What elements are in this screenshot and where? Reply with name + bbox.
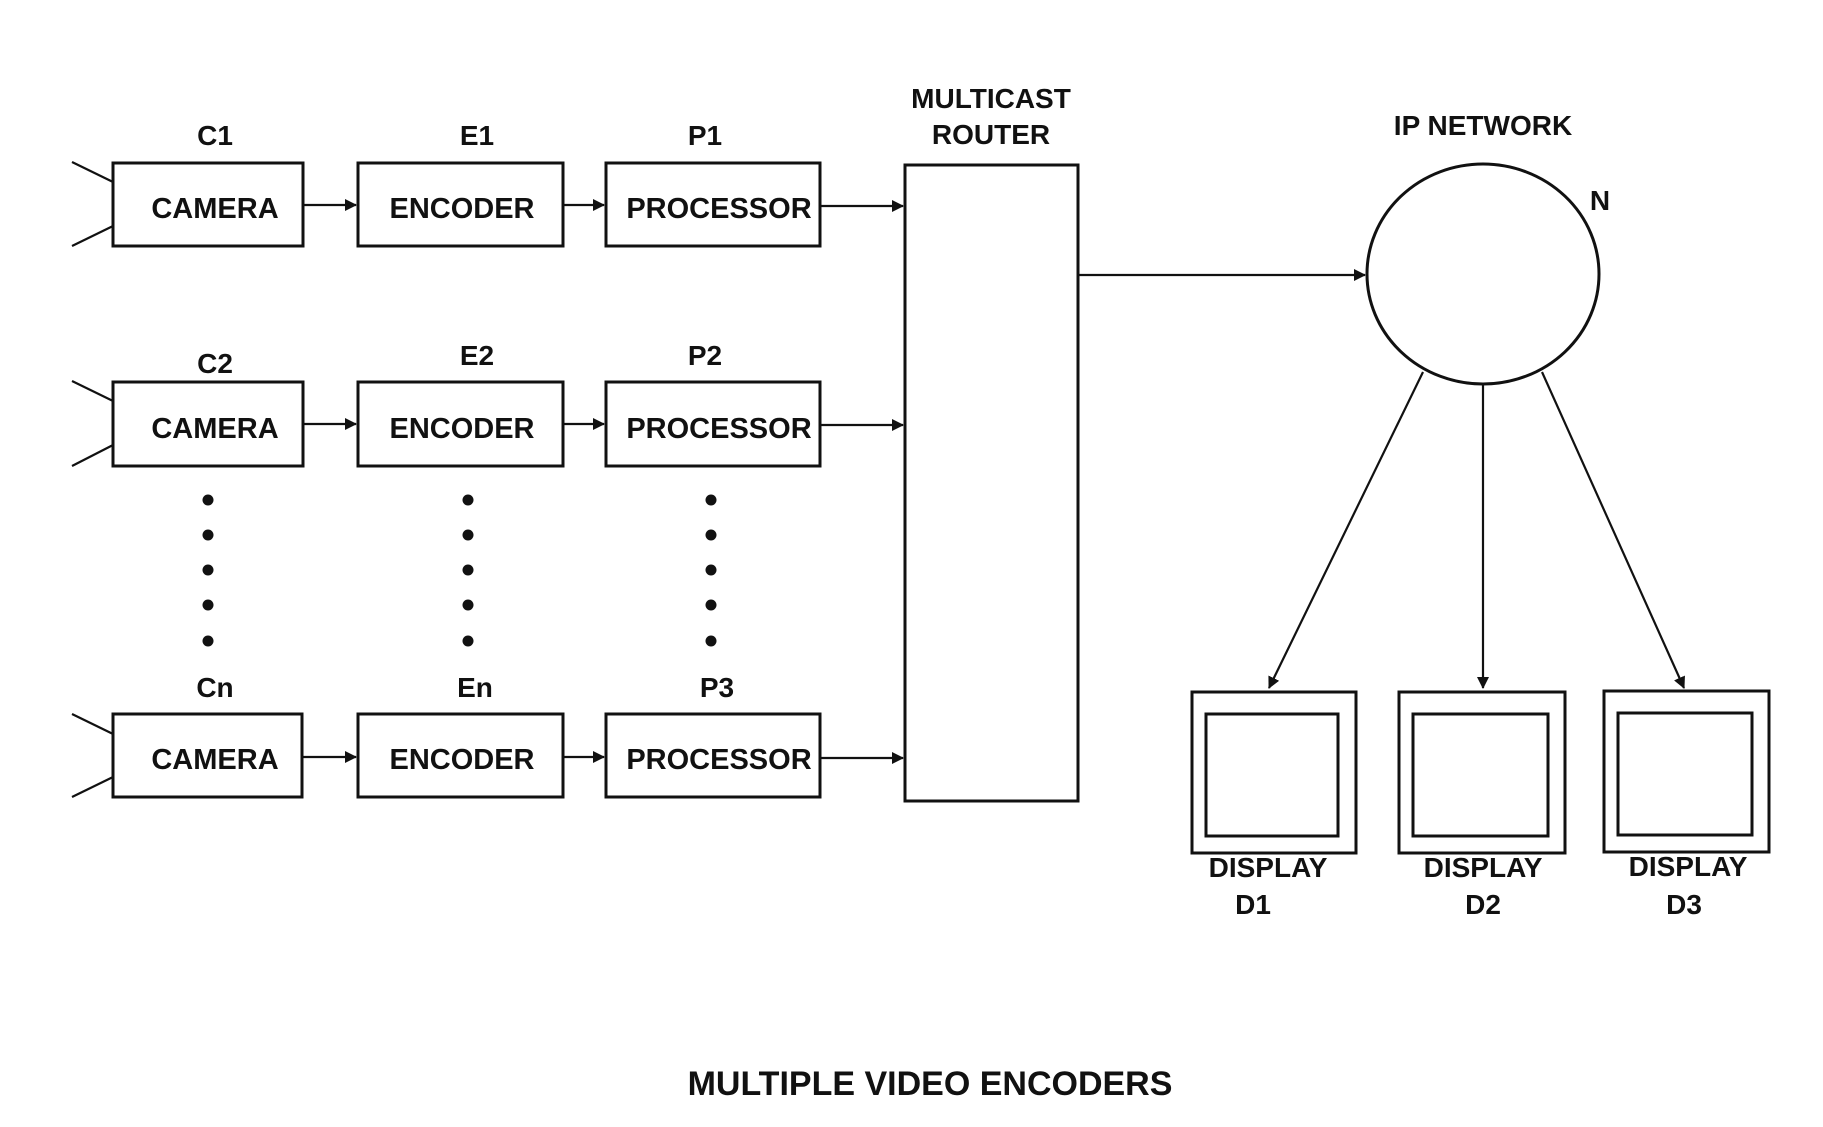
display-ref-label: D1: [1235, 889, 1271, 920]
camera-antenna-bottom: [71, 225, 114, 247]
processor-ref-label: P1: [688, 120, 722, 151]
ellipsis-dot: [462, 529, 474, 541]
figure-title: MULTIPLE VIDEO ENCODERS: [688, 1065, 1173, 1103]
encoder-ref-label: E1: [460, 120, 494, 151]
ellipsis-dot: [705, 635, 717, 647]
encoder-ref-label: E2: [460, 340, 494, 371]
network-cloud[interactable]: [1365, 162, 1601, 386]
display-screen: [1616, 711, 1754, 837]
router-label-line2: ROUTER: [932, 119, 1050, 150]
processor-label: PROCESSOR: [626, 193, 811, 225]
ellipsis-dot: [462, 599, 474, 611]
ellipsis-dot: [202, 599, 214, 611]
router-label-line1: MULTICAST: [911, 83, 1071, 114]
encoder-label: ENCODER: [389, 193, 534, 225]
display-label: DISPLAY: [1209, 852, 1328, 883]
camera-ref-label: C1: [197, 120, 233, 151]
router-box[interactable]: [903, 163, 1080, 803]
row-n: Cn CAMERA En ENCODER P3 PROCESSOR: [71, 672, 904, 799]
network-label: IP NETWORK: [1394, 110, 1572, 141]
arrow-network-to-display-d1: [1268, 371, 1424, 689]
arrow-network-to-display-d3: [1540, 371, 1686, 689]
camera-label: CAMERA: [151, 413, 278, 445]
processor-ref-label: P2: [688, 340, 722, 371]
ellipsis-camera-column: [202, 494, 214, 647]
camera-ref-label: C2: [197, 348, 233, 379]
ellipsis-dot: [202, 529, 214, 541]
ellipsis-dot: [202, 494, 214, 506]
camera-ref-label: Cn: [196, 672, 233, 703]
ellipsis-dot: [462, 564, 474, 576]
ellipsis-dot: [705, 599, 717, 611]
display-label: DISPLAY: [1424, 852, 1543, 883]
ellipsis-dot: [462, 494, 474, 506]
display-screen: [1204, 712, 1340, 838]
encoder-label: ENCODER: [389, 744, 534, 776]
ellipsis-dot: [202, 564, 214, 576]
display-ref-label: D2: [1465, 889, 1501, 920]
processor-label: PROCESSOR: [626, 413, 811, 445]
ellipsis-dot: [705, 564, 717, 576]
display-d2[interactable]: DISPLAY D2: [1397, 690, 1567, 920]
row-2: C2 CAMERA E2 ENCODER P2 PROCESSOR: [71, 340, 904, 468]
row-1: C1 CAMERA E1 ENCODER P1 PROCESSOR: [71, 120, 904, 248]
camera-antenna-bottom: [71, 776, 114, 798]
ip-network: IP NETWORK N: [1268, 110, 1686, 689]
display-screen: [1411, 712, 1550, 838]
display-ref-label: D3: [1666, 889, 1702, 920]
processor-label: PROCESSOR: [626, 744, 811, 776]
encoder-label: ENCODER: [389, 413, 534, 445]
encoder-ref-label: En: [457, 672, 493, 703]
camera-label: CAMERA: [151, 744, 278, 776]
ellipsis-dot: [202, 635, 214, 647]
camera-antenna-top: [71, 161, 114, 183]
ellipsis-dot: [705, 529, 717, 541]
ellipsis-processor-column: [705, 494, 717, 647]
processor-ref-label: P3: [700, 672, 734, 703]
ellipsis-dot: [462, 635, 474, 647]
network-ref-label: N: [1590, 185, 1610, 216]
camera-antenna-bottom: [71, 444, 114, 467]
ellipsis-dot: [705, 494, 717, 506]
ellipsis-encoder-column: [462, 494, 474, 647]
display-d3[interactable]: DISPLAY D3: [1602, 689, 1771, 920]
display-label: DISPLAY: [1629, 851, 1748, 882]
camera-antenna-top: [71, 713, 114, 735]
camera-antenna-top: [71, 380, 114, 402]
diagram-canvas: C1 CAMERA E1 ENCODER P1 PROCESSOR C2 CAM…: [71, 83, 1771, 1103]
display-d1[interactable]: DISPLAY D1: [1190, 690, 1358, 920]
camera-label: CAMERA: [151, 193, 278, 225]
